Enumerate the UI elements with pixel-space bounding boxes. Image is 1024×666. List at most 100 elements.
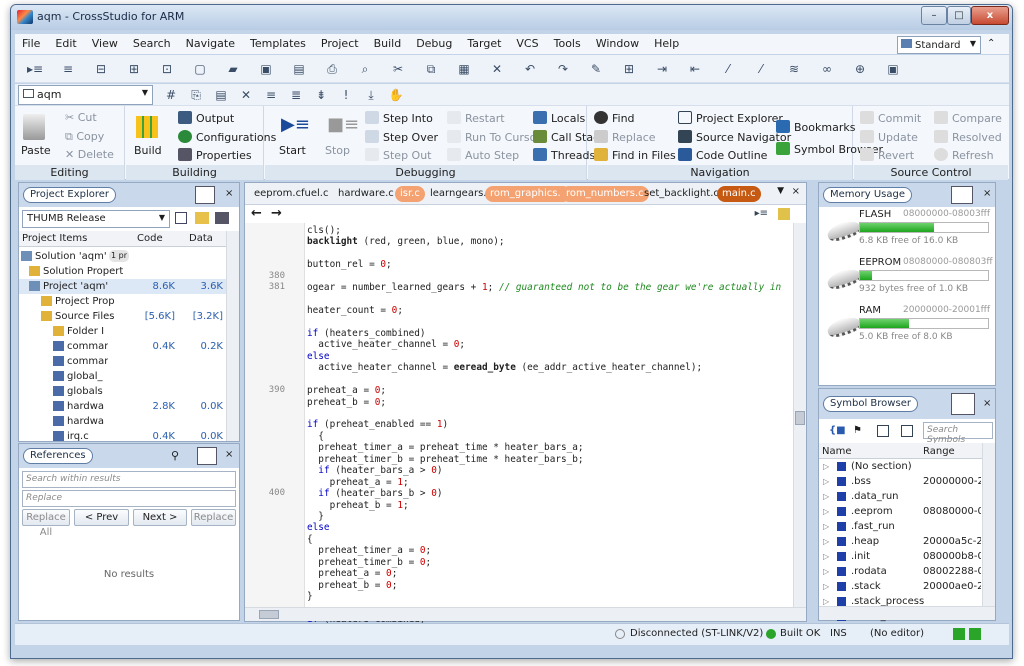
references-replace-input[interactable]: Replace (22, 490, 236, 507)
resolved-button[interactable]: Resolved (934, 130, 1002, 144)
code-line[interactable]: preheat_b = 0; (307, 397, 790, 408)
binoculars-icon[interactable]: ⚲ (171, 449, 179, 462)
symbol-search-input[interactable]: Search Symbols (923, 422, 993, 445)
restart-button[interactable]: Restart (447, 111, 505, 125)
code-line[interactable]: active_heater_channel = 0; (307, 339, 790, 350)
close-panel-icon[interactable]: × (225, 449, 233, 460)
close-panel-icon[interactable]: × (983, 188, 991, 199)
target-status[interactable]: Disconnected (ST-LINK/V2) (630, 628, 763, 639)
menu-templates[interactable]: Templates (243, 34, 314, 50)
code-outline-button[interactable]: Code Outline (678, 148, 767, 162)
expand-icon[interactable]: ▷ (823, 504, 829, 519)
link-icon[interactable]: ∞ (819, 61, 835, 77)
hand-icon[interactable]: ✋ (388, 87, 404, 103)
col-name[interactable]: Name (822, 446, 852, 457)
tree-item[interactable]: Folder I (19, 324, 227, 339)
outdent-icon[interactable]: ⇤ (687, 61, 703, 77)
compare-button[interactable]: Compare (934, 111, 1002, 125)
copy-icon[interactable]: ⧉ (423, 61, 439, 77)
symbol-row[interactable]: ▷ .init 080000b8-0800 (819, 549, 983, 564)
find-icon[interactable]: ✎ (588, 61, 604, 77)
project-explorer-button[interactable]: Project Explorer (678, 111, 783, 125)
copy-button[interactable]: ⧉ Copy (65, 130, 104, 144)
comment-icon[interactable]: ⁄ (720, 61, 736, 77)
editor-vscroll-thumb[interactable] (795, 411, 805, 425)
new-file-icon[interactable]: ▢ (192, 61, 208, 77)
menu-view[interactable]: View (85, 34, 126, 50)
refresh-button[interactable]: Refresh (934, 148, 994, 162)
symbol-row[interactable]: ▷ .fast_run (819, 519, 983, 534)
symbol-row[interactable]: ▷ .rodata 08002288-0800 (819, 564, 983, 579)
layout-icon[interactable]: ⊞ (621, 61, 637, 77)
stop-button[interactable]: Stop (325, 144, 350, 157)
step-into-button[interactable]: Step Into (365, 111, 433, 125)
menu-navigate[interactable]: Navigate (179, 34, 243, 50)
next-button[interactable]: Next > (133, 509, 187, 526)
menu-project[interactable]: Project (314, 34, 367, 50)
add-icon[interactable] (175, 212, 187, 224)
x-hash-icon[interactable]: ✕ (238, 87, 254, 103)
list-arrow-icon[interactable]: ⇟ (313, 87, 329, 103)
cut-button[interactable]: ✂ Cut (65, 111, 97, 124)
properties-button[interactable]: Properties (178, 148, 252, 162)
tree-item[interactable]: global_ (19, 369, 227, 384)
run-to-cursor-button[interactable]: Run To Cursor (447, 130, 541, 144)
revert-button[interactable]: Revert (860, 148, 914, 162)
save-all-icon[interactable]: ▤ (291, 61, 307, 77)
editor-tab[interactable]: rom_graphics.c (485, 186, 572, 202)
editor-tab[interactable]: isr.c (395, 186, 425, 202)
code-line[interactable] (307, 294, 790, 305)
tree-item[interactable]: commar (19, 354, 227, 369)
menu-debug[interactable]: Debug (409, 34, 460, 50)
tree-item[interactable]: Project Prop (19, 294, 227, 309)
editor-tab[interactable]: rom_numbers.c (561, 186, 649, 202)
menu-search[interactable]: Search (126, 34, 179, 50)
code-line[interactable]: preheat_timer_b = 0; (307, 557, 790, 568)
code-line[interactable] (307, 408, 790, 419)
list-icon[interactable]: ≡ (263, 87, 279, 103)
build-status[interactable]: Built OK (780, 628, 820, 639)
code-line[interactable]: ogear = number_learned_gears + 1; // gua… (307, 282, 790, 293)
braces-icon[interactable]: {■ (829, 425, 846, 436)
paste-icon[interactable]: ▦ (456, 61, 472, 77)
update-button[interactable]: Update (860, 130, 918, 144)
menu-help[interactable]: Help (647, 34, 687, 50)
step-over-button[interactable]: Step Over (365, 130, 438, 144)
code-line[interactable]: preheat_timer_a = 0; (307, 545, 790, 556)
delete-button[interactable]: ✕ Delete (65, 148, 114, 161)
code-line[interactable]: { (307, 534, 790, 545)
pin-icon[interactable] (195, 186, 215, 204)
code-line[interactable]: preheat_a = 0; (307, 385, 790, 396)
expand-icon[interactable]: ▷ (823, 519, 829, 534)
expand-icon[interactable]: ▷ (823, 459, 829, 474)
toggle-bookmark-icon[interactable]: ▸≡ (755, 208, 768, 219)
bookmarks-button[interactable]: Bookmarks (776, 120, 855, 134)
columns-icon[interactable] (901, 425, 913, 437)
commit-button[interactable]: Commit (860, 111, 921, 125)
start-button[interactable]: Start (279, 144, 306, 157)
expand-icon[interactable]: ▷ (823, 489, 829, 504)
code-line[interactable]: else (307, 522, 790, 533)
folder-icon[interactable] (195, 212, 209, 224)
col-project-items[interactable]: Project Items (22, 233, 87, 244)
tree-item[interactable]: globals (19, 384, 227, 399)
project-icon[interactable]: ⊕ (852, 61, 868, 77)
filter-icon[interactable]: ⚑ (853, 425, 862, 436)
properties-icon[interactable] (215, 212, 229, 224)
back-icon[interactable]: ← (251, 206, 262, 221)
code-line[interactable]: preheat_b = 0; (307, 580, 790, 591)
hash-icon[interactable]: # (163, 87, 179, 103)
code-line[interactable]: preheat_a = 1; (307, 477, 790, 488)
code-line[interactable]: } (307, 511, 790, 522)
cut-icon[interactable]: ✂ (390, 61, 406, 77)
download-all-icon[interactable] (969, 628, 981, 640)
editor-hscroll-thumb[interactable] (259, 610, 279, 619)
code-line[interactable]: if (heaters_combined) (307, 328, 790, 339)
code-line[interactable]: if (heater_bars_a > 0) (307, 465, 790, 476)
source-navigator-button[interactable]: Source Navigator (678, 130, 791, 144)
redo-icon[interactable]: ↷ (555, 61, 571, 77)
list-alt-icon[interactable]: ≣ (288, 87, 304, 103)
code-text[interactable]: cls(); backlight (red, green, blue, mono)… (307, 225, 790, 625)
code-line[interactable]: if (heater_bars_b > 0) (307, 488, 790, 499)
bookmark-next-icon[interactable]: ⊞ (126, 61, 142, 77)
